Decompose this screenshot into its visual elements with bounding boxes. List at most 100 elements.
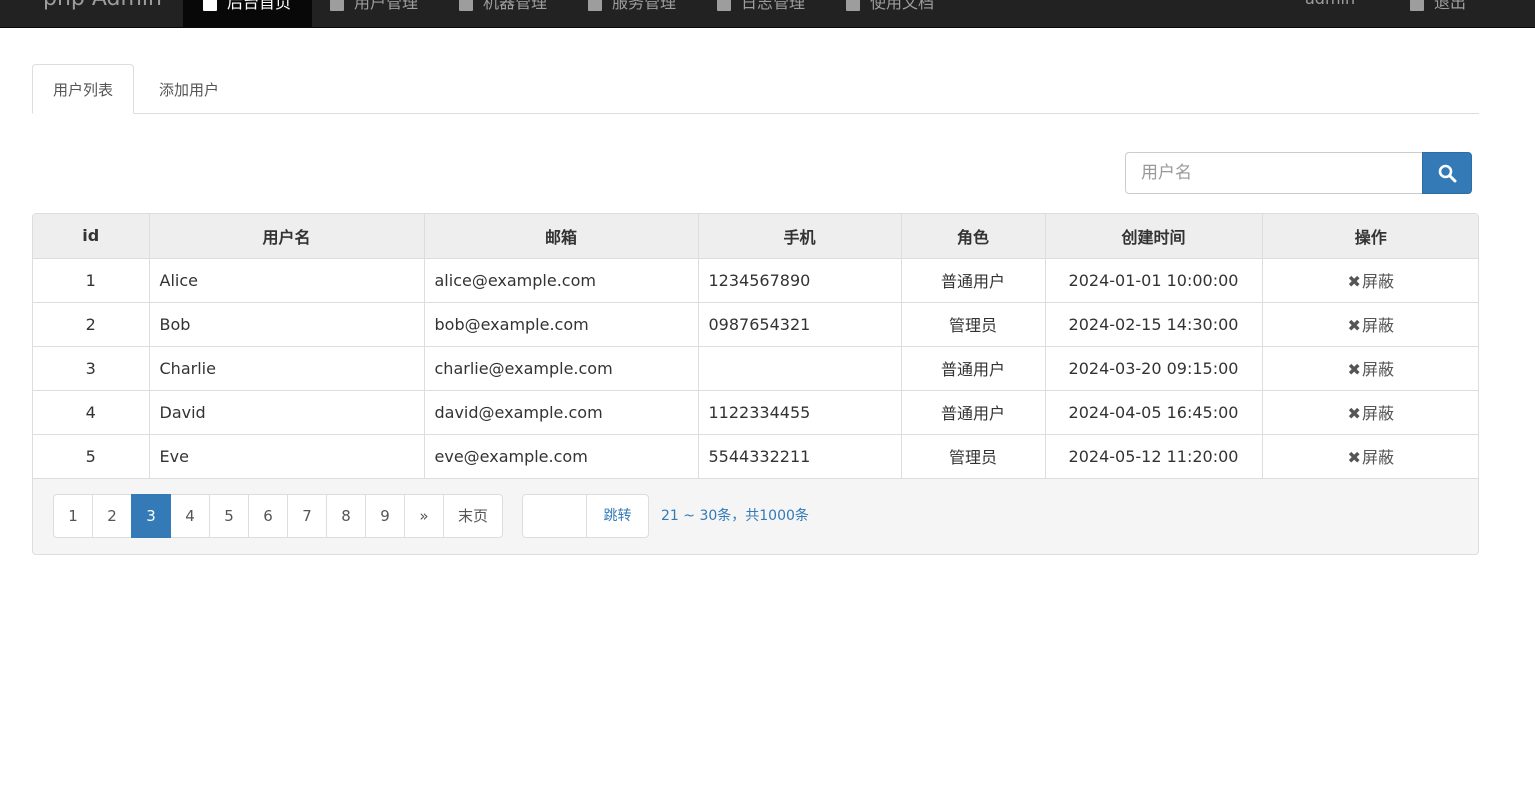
page-link-4[interactable]: 4 [170, 494, 210, 538]
cell-username: David [148, 389, 425, 435]
search-button[interactable] [1422, 152, 1472, 194]
nav-item-users[interactable]: 用户管理 [312, 0, 441, 27]
cell-id: 3 [33, 345, 150, 391]
cell-id: 1 [33, 257, 150, 303]
nav-user-label: admin [1305, 0, 1355, 8]
cell-email: charlie@example.com [423, 345, 699, 391]
block-user-button[interactable]: ✖屏蔽 [1261, 301, 1478, 347]
nav-item-dashboard[interactable]: 后台首页 [183, 0, 312, 27]
cell-phone [697, 345, 902, 391]
database-icon [459, 0, 473, 11]
page-link-3-active[interactable]: 3 [131, 494, 171, 538]
cell-email: bob@example.com [423, 301, 699, 347]
dashboard-icon [203, 0, 217, 11]
cell-id: 5 [33, 433, 150, 479]
close-icon: ✖ [1347, 272, 1361, 291]
cell-phone: 1122334455 [697, 389, 902, 435]
cell-id: 2 [33, 301, 150, 347]
page-jump-button[interactable]: 跳转 [587, 494, 649, 538]
page-link-6[interactable]: 6 [248, 494, 288, 538]
nav-item-label: 日志管理 [741, 0, 806, 12]
tab-add-user[interactable]: 添加用户 [138, 64, 240, 114]
tab-user-list[interactable]: 用户列表 [32, 64, 135, 114]
list-icon [588, 0, 602, 11]
cell-email: eve@example.com [423, 433, 699, 479]
table-row: 2 Bob bob@example.com 0987654321 管理员 202… [33, 301, 1478, 347]
nav-item-label: 后台首页 [227, 0, 292, 12]
logout-icon [1410, 0, 1424, 11]
brand-logo[interactable]: php Admin [43, 0, 162, 11]
cell-role: 普通用户 [900, 257, 1046, 303]
page-link-8[interactable]: 8 [326, 494, 366, 538]
cell-phone: 1234567890 [697, 257, 902, 303]
nav-item-logs[interactable]: 日志管理 [699, 0, 828, 27]
cell-created: 2024-03-20 09:15:00 [1044, 345, 1263, 391]
cell-created: 2024-04-05 16:45:00 [1044, 389, 1263, 435]
block-label: 屏蔽 [1361, 316, 1394, 335]
cell-created: 2024-05-12 11:20:00 [1044, 433, 1263, 479]
page-link-2[interactable]: 2 [92, 494, 132, 538]
cell-phone: 5544332211 [697, 433, 902, 479]
nav-item-label: 使用文档 [870, 0, 935, 12]
user-table: id 用户名 邮箱 手机 角色 创建时间 操作 1 Alice alice@ex… [33, 214, 1478, 479]
cell-email: david@example.com [423, 389, 699, 435]
table-row: 1 Alice alice@example.com 1234567890 普通用… [33, 257, 1478, 303]
cell-username: Eve [148, 433, 425, 479]
block-user-button[interactable]: ✖屏蔽 [1261, 345, 1478, 391]
close-icon: ✖ [1347, 448, 1361, 467]
cell-created: 2024-01-01 10:00:00 [1044, 257, 1263, 303]
nav-item-docs[interactable]: 使用文档 [828, 0, 957, 27]
cell-phone: 0987654321 [697, 301, 902, 347]
column-header-username[interactable]: 用户名 [148, 214, 425, 259]
last-page-button[interactable]: 末页 [443, 494, 504, 538]
next-page-button[interactable]: » [404, 494, 444, 538]
user-table-panel: id 用户名 邮箱 手机 角色 创建时间 操作 1 Alice alice@ex… [32, 213, 1479, 555]
file-icon [717, 0, 731, 11]
cell-username: Bob [148, 301, 425, 347]
cell-role: 管理员 [900, 433, 1046, 479]
page-jump-input[interactable] [522, 494, 587, 538]
tab-bar: 用户列表 添加用户 [32, 64, 1479, 114]
column-header-phone[interactable]: 手机 [697, 214, 902, 259]
table-header-row: id 用户名 邮箱 手机 角色 创建时间 操作 [33, 214, 1478, 259]
nav-item-machines[interactable]: 机器管理 [441, 0, 570, 27]
cell-username: Charlie [148, 345, 425, 391]
close-icon: ✖ [1347, 360, 1361, 379]
nav-logout[interactable]: 退出 [1395, 0, 1495, 27]
column-header-created[interactable]: 创建时间 [1044, 214, 1263, 259]
cell-username: Alice [148, 257, 425, 303]
cell-email: alice@example.com [423, 257, 699, 303]
block-label: 屏蔽 [1361, 272, 1394, 291]
nav-item-services[interactable]: 服务管理 [570, 0, 699, 27]
block-user-button[interactable]: ✖屏蔽 [1261, 257, 1478, 303]
cell-role: 普通用户 [900, 389, 1046, 435]
nav-item-label: 服务管理 [612, 0, 677, 12]
top-navbar: php Admin 后台首页 用户管理 机器管理 服务管理 日志管理 使用文档 … [0, 0, 1535, 28]
block-user-button[interactable]: ✖屏蔽 [1261, 389, 1478, 435]
page-link-7[interactable]: 7 [287, 494, 327, 538]
search-icon [1438, 164, 1457, 183]
cell-created: 2024-02-15 14:30:00 [1044, 301, 1263, 347]
nav-item-label: 用户管理 [354, 0, 419, 12]
block-label: 屏蔽 [1361, 360, 1394, 379]
table-row: 4 David david@example.com 1122334455 普通用… [33, 389, 1478, 435]
cell-id: 4 [33, 389, 150, 435]
search-input[interactable] [1125, 152, 1423, 194]
cell-role: 管理员 [900, 301, 1046, 347]
close-icon: ✖ [1347, 404, 1361, 423]
block-label: 屏蔽 [1361, 448, 1394, 467]
cell-role: 普通用户 [900, 345, 1046, 391]
table-row: 5 Eve eve@example.com 5544332211 管理员 202… [33, 433, 1478, 479]
block-label: 屏蔽 [1361, 404, 1394, 423]
nav-logout-label: 退出 [1434, 0, 1467, 12]
page-link-5[interactable]: 5 [209, 494, 249, 538]
book-icon [846, 0, 860, 11]
nav-user[interactable]: admin [1290, 0, 1380, 27]
page-link-1[interactable]: 1 [53, 494, 93, 538]
table-row: 3 Charlie charlie@example.com 普通用户 2024-… [33, 345, 1478, 391]
column-header-role[interactable]: 角色 [900, 214, 1046, 259]
block-user-button[interactable]: ✖屏蔽 [1261, 433, 1478, 479]
column-header-id[interactable]: id [33, 214, 150, 259]
page-link-9[interactable]: 9 [365, 494, 405, 538]
column-header-email[interactable]: 邮箱 [423, 214, 699, 259]
